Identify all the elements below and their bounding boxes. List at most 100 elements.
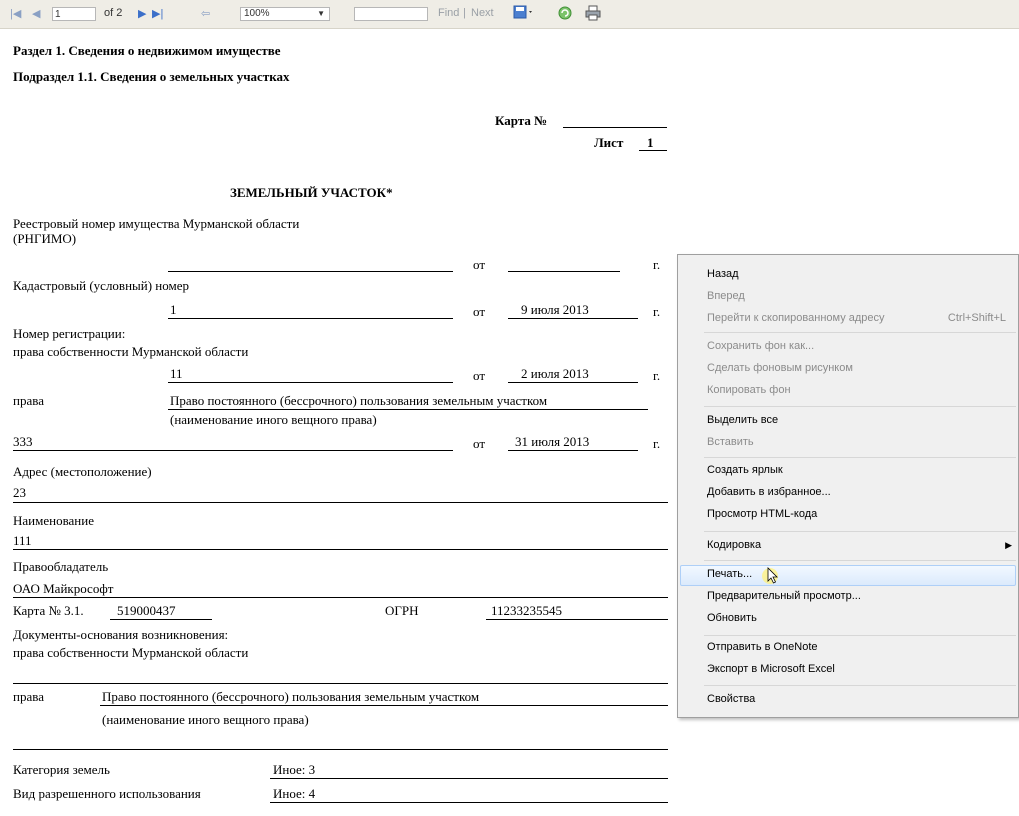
menu-item-back[interactable]: Назад <box>707 268 739 280</box>
menu-item-add-favorites[interactable]: Добавить в избранное... <box>707 486 831 498</box>
docs-ownership-label: права собственности Мурманской области <box>13 645 249 660</box>
ot-label: от <box>473 368 486 383</box>
usage-value: Иное: 4 <box>273 786 316 801</box>
zoom-value: 100% <box>244 8 270 19</box>
ot-label: от <box>473 304 486 319</box>
card-label: Карта № <box>495 113 548 128</box>
menu-item-copy-background[interactable]: Копировать фон <box>707 384 791 396</box>
menu-item-create-shortcut[interactable]: Создать ярлык <box>707 464 783 476</box>
year-label: г. <box>653 368 661 383</box>
sheet-line <box>639 150 667 151</box>
save-export-icon[interactable] <box>513 4 535 23</box>
subsection-heading: Подраздел 1.1. Сведения о земельных учас… <box>13 69 290 84</box>
rights-number: 333 <box>13 434 33 449</box>
category-label: Категория земель <box>13 762 110 777</box>
page-count-label: of 2 <box>104 7 123 19</box>
menu-item-print[interactable]: Печать... <box>707 568 752 580</box>
next-page-icon[interactable]: ▶ <box>138 7 146 20</box>
menu-item-go-to-copied[interactable]: Перейти к скопированному адресу <box>707 312 885 324</box>
usage-line <box>270 802 668 803</box>
card31-line <box>110 619 212 620</box>
rngimo-date-line <box>508 271 620 272</box>
page-number-input[interactable]: 1 <box>52 7 96 21</box>
registration-date-line <box>508 382 638 383</box>
menu-item-save-background[interactable]: Сохранить фон как... <box>707 340 814 352</box>
menu-item-export-excel[interactable]: Экспорт в Microsoft Excel <box>707 663 835 675</box>
rights2-hint: (наименование иного вещного права) <box>102 712 309 727</box>
card-number-line <box>563 127 667 128</box>
menu-item-properties[interactable]: Свойства <box>707 693 755 705</box>
cadastral-date: 9 июля 2013 <box>521 302 589 317</box>
rights-date: 31 июля 2013 <box>515 434 590 449</box>
menu-item-select-all[interactable]: Выделить все <box>707 414 778 426</box>
menu-item-send-onenote[interactable]: Отправить в OneNote <box>707 641 818 653</box>
rights-label: права <box>13 393 44 408</box>
address-value: 23 <box>13 485 26 500</box>
menu-item-set-background[interactable]: Сделать фоновым рисунком <box>707 362 853 374</box>
rights-number-line <box>13 450 453 451</box>
category-line <box>270 778 668 779</box>
find-link[interactable]: Find <box>438 7 459 19</box>
back-icon[interactable]: ⇦ <box>201 7 210 20</box>
rngimo-line <box>168 271 453 272</box>
name-line <box>13 549 668 550</box>
holder-label: Правообладатель <box>13 559 109 574</box>
year-label: г. <box>653 304 661 319</box>
year-label: г. <box>653 257 661 272</box>
menu-separator <box>704 332 1016 333</box>
rights2-line <box>100 705 668 706</box>
menu-item-refresh[interactable]: Обновить <box>707 612 757 624</box>
name-label: Наименование <box>13 513 94 528</box>
find-input[interactable] <box>354 7 428 21</box>
report-toolbar: |◀ ◀ 1 of 2 ▶ ▶| ⇦ 100% ▼ Find | Next <box>0 0 1019 29</box>
card31-value: 519000437 <box>117 603 176 618</box>
menu-separator <box>704 685 1016 686</box>
menu-item-view-source[interactable]: Просмотр HTML-кода <box>707 508 817 520</box>
report-page: Раздел 1. Сведения о недвижимом имуществ… <box>0 28 680 816</box>
ogrn-value: 11233235545 <box>491 603 563 618</box>
registration-date: 2 июля 2013 <box>521 366 589 381</box>
rights-line <box>168 409 648 410</box>
cadastral-date-line <box>508 318 638 319</box>
card31-label: Карта № 3.1. <box>13 603 84 618</box>
find-separator: | <box>463 7 466 19</box>
rights2-bottom-line <box>13 749 668 750</box>
docs-label: Документы-основания возникновения: <box>13 627 229 642</box>
category-value: Иное: 3 <box>273 762 316 777</box>
holder-line <box>13 597 668 598</box>
address-line <box>13 502 668 503</box>
cursor-icon <box>760 564 786 589</box>
menu-item-paste[interactable]: Вставить <box>707 436 754 448</box>
year-label: г. <box>653 436 661 451</box>
ogrn-line <box>486 619 668 620</box>
last-page-icon[interactable]: ▶| <box>152 7 163 20</box>
rights2-value: Право постоянного (бессрочного) пользова… <box>102 689 480 704</box>
registration-ownership-label: права собственности Мурманской области <box>13 344 249 359</box>
menu-separator <box>704 560 1016 561</box>
menu-separator <box>704 531 1016 532</box>
next-link[interactable]: Next <box>471 7 494 19</box>
menu-separator <box>704 406 1016 407</box>
registration-value: 11 <box>170 366 183 381</box>
cadastral-value: 1 <box>170 302 177 317</box>
sheet-number: 1 <box>647 135 654 150</box>
holder-value: ОАО Майкрософт <box>13 581 114 596</box>
first-page-icon[interactable]: |◀ <box>10 7 21 20</box>
refresh-icon[interactable] <box>557 5 573 24</box>
menu-item-encoding[interactable]: Кодировка <box>707 539 761 551</box>
cadastral-line <box>168 318 453 319</box>
sheet-label: Лист <box>594 135 624 150</box>
print-icon[interactable] <box>585 5 601 24</box>
prev-page-icon[interactable]: ◀ <box>32 7 40 20</box>
rights-value: Право постоянного (бессрочного) пользова… <box>170 393 548 408</box>
menu-item-forward[interactable]: Вперед <box>707 290 745 302</box>
docs-line <box>13 683 668 684</box>
rights-date-line <box>508 450 638 451</box>
zoom-select[interactable]: 100% ▼ <box>240 7 330 21</box>
registration-label: Номер регистрации: <box>13 326 126 341</box>
ot-label: от <box>473 257 486 272</box>
address-label: Адрес (местоположение) <box>13 464 152 479</box>
document-title: ЗЕМЕЛЬНЫЙ УЧАСТОК* <box>230 185 393 200</box>
menu-item-print-preview[interactable]: Предварительный просмотр... <box>707 590 861 602</box>
name-value: 111 <box>13 533 32 548</box>
